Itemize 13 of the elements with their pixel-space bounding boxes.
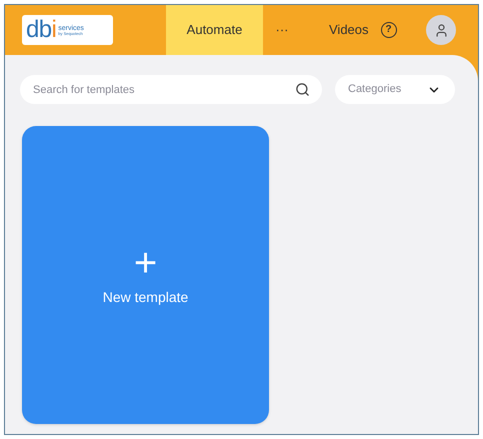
plus-icon: + xyxy=(134,242,158,282)
user-icon xyxy=(434,22,448,38)
nav-tab[interactable]: Videos xyxy=(301,5,369,55)
search-field[interactable]: Search for templates xyxy=(20,75,322,104)
new-template-card[interactable]: + New template xyxy=(22,126,269,424)
nav-tab[interactable]: ··· xyxy=(263,5,301,55)
new-template-label: New template xyxy=(102,288,188,307)
help-button[interactable]: ? xyxy=(380,22,397,38)
logo-wordmark: dbi xyxy=(26,18,56,42)
user-avatar[interactable] xyxy=(426,15,456,45)
nav-tab[interactable]: Automate xyxy=(166,5,263,55)
search-icon xyxy=(295,82,310,97)
categories-dropdown[interactable]: Categories xyxy=(335,75,455,104)
